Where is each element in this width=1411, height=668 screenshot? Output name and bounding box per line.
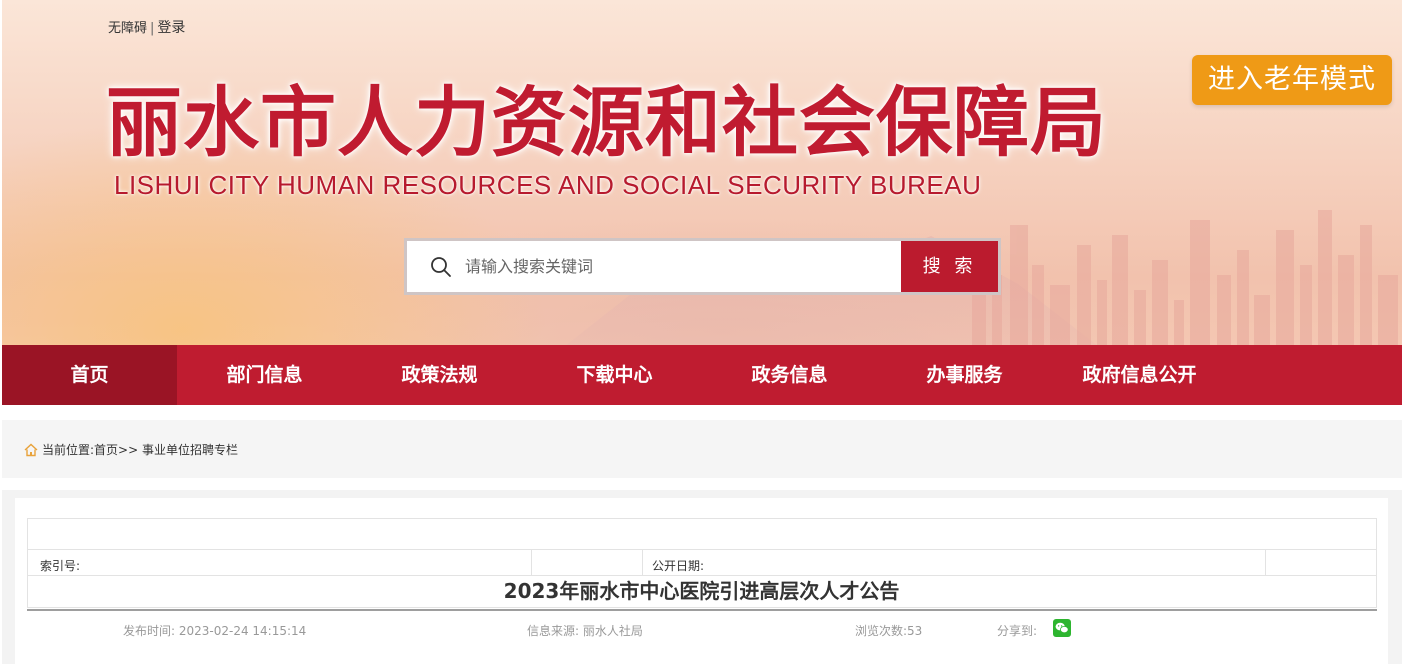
info-divider	[531, 550, 532, 576]
breadcrumb-label: 当前位置:	[42, 443, 95, 457]
article-panel: 索引号: 公开日期: 2023年丽水市中心医院引进高层次人才公告 发布时间: 2…	[2, 490, 1402, 668]
nav-item-services[interactable]: 办事服务	[877, 345, 1052, 405]
breadcrumb: 当前位置: 首页>> 事业单位招聘专栏	[24, 441, 238, 458]
article-info-row: 索引号: 公开日期:	[28, 549, 1376, 576]
title-divider	[27, 609, 1377, 611]
view-count: 浏览次数:53	[855, 624, 923, 638]
nav-item-download-center[interactable]: 下载中心	[527, 345, 702, 405]
breadcrumb-bar: 当前位置: 首页>> 事业单位招聘专栏	[2, 420, 1402, 478]
nav-item-policies-regulations[interactable]: 政策法规	[352, 345, 527, 405]
wechat-icon[interactable]	[1053, 619, 1071, 637]
search-input[interactable]	[461, 241, 901, 292]
article-title: 2023年丽水市中心医院引进高层次人才公告	[503, 579, 900, 603]
elder-mode-button[interactable]: 进入老年模式	[1192, 55, 1392, 105]
search-icon	[421, 241, 461, 292]
site-title: 丽水市人力资源和社会保障局	[106, 78, 1107, 167]
published-time: 发布时间: 2023-02-24 14:15:14	[123, 624, 307, 638]
top-links: 无障碍 | 登录	[108, 17, 185, 37]
main-nav: 首页 部门信息 政策法规 下载中心 政务信息 办事服务 政府信息公开	[2, 345, 1402, 405]
article-card: 索引号: 公开日期: 2023年丽水市中心医院引进高层次人才公告 发布时间: 2…	[15, 498, 1388, 668]
banner-city-skyline-decoration	[972, 210, 1398, 345]
info-divider	[1265, 550, 1266, 576]
info-divider	[642, 550, 643, 576]
nav-item-department-info[interactable]: 部门信息	[177, 345, 352, 405]
login-link[interactable]: 登录	[157, 17, 185, 37]
home-icon	[24, 443, 38, 457]
search-button[interactable]: 搜 索	[901, 241, 998, 292]
nav-item-info-disclosure[interactable]: 政府信息公开	[1052, 345, 1227, 405]
search-box: 搜 索	[404, 238, 1001, 295]
top-links-separator: |	[150, 21, 155, 36]
info-source: 信息来源: 丽水人社局	[527, 624, 643, 638]
nav-item-government-affairs[interactable]: 政务信息	[702, 345, 877, 405]
accessibility-link[interactable]: 无障碍	[108, 17, 147, 36]
breadcrumb-path[interactable]: 首页>> 事业单位招聘专栏	[94, 441, 238, 458]
index-number-label: 索引号:	[40, 559, 81, 573]
publish-date-label: 公开日期:	[652, 559, 705, 573]
site-subtitle: LISHUI CITY HUMAN RESOURCES AND SOCIAL S…	[114, 170, 982, 200]
share-label: 分享到:	[997, 624, 1038, 638]
nav-item-home[interactable]: 首页	[2, 345, 177, 405]
